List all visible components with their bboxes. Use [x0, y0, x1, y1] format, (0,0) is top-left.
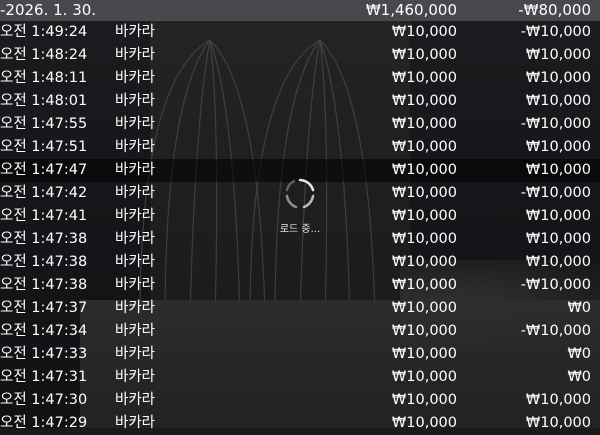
- time-cell: 오전 1:47:37: [0, 300, 88, 316]
- time-cell: 오전 1:47:51: [0, 139, 88, 155]
- game-cell: 바카라: [115, 116, 156, 132]
- result-amount-cell: ₩10,000: [525, 208, 591, 224]
- time-cell: 오전 1:48:24: [0, 47, 88, 63]
- history-row[interactable]: 오전 1:47:51 바카라 ₩10,000 ₩10,000: [0, 136, 600, 159]
- game-cell: 바카라: [115, 24, 156, 40]
- bet-amount-cell: ₩10,000: [391, 369, 457, 385]
- result-amount-cell: -₩10,000: [520, 277, 591, 293]
- history-row[interactable]: 오전 1:47:30 바카라 ₩10,000 ₩10,000: [0, 389, 600, 412]
- date-header-label: -2026. 1. 30.: [0, 1, 97, 19]
- result-amount-cell: ₩10,000: [525, 162, 591, 178]
- loading-label: 로드 중...: [279, 224, 321, 235]
- bet-amount-cell: ₩10,000: [391, 208, 457, 224]
- game-cell: 바카라: [115, 254, 156, 270]
- spinner-icon: [285, 178, 315, 209]
- result-amount-cell: -₩10,000: [520, 116, 591, 132]
- result-amount-cell: ₩0: [567, 346, 591, 362]
- game-cell: 바카라: [115, 185, 156, 201]
- bet-amount-cell: ₩10,000: [391, 254, 457, 270]
- result-amount-cell: -₩10,000: [520, 185, 591, 201]
- bet-amount-cell: ₩10,000: [391, 346, 457, 362]
- bet-amount-cell: ₩10,000: [391, 24, 457, 40]
- result-amount-cell: ₩10,000: [525, 254, 591, 270]
- time-cell: 오전 1:47:38: [0, 254, 88, 270]
- time-cell: 오전 1:49:24: [0, 24, 88, 40]
- result-amount-cell: ₩10,000: [525, 415, 591, 431]
- game-cell: 바카라: [115, 231, 156, 247]
- time-cell: 오전 1:47:29: [0, 415, 88, 431]
- total-bet-amount: ₩1,460,000: [365, 1, 457, 19]
- game-cell: 바카라: [115, 369, 156, 385]
- history-row[interactable]: 오전 1:47:38 바카라 ₩10,000 ₩10,000: [0, 251, 600, 274]
- history-row[interactable]: 오전 1:48:11 바카라 ₩10,000 ₩10,000: [0, 67, 600, 90]
- result-amount-cell: ₩10,000: [525, 139, 591, 155]
- game-cell: 바카라: [115, 47, 156, 63]
- total-result-amount: -₩80,000: [518, 1, 591, 19]
- time-cell: 오전 1:47:34: [0, 323, 88, 339]
- result-amount-cell: -₩10,000: [520, 24, 591, 40]
- bet-amount-cell: ₩10,000: [391, 277, 457, 293]
- result-amount-cell: ₩10,000: [525, 93, 591, 109]
- bet-amount-cell: ₩10,000: [391, 116, 457, 132]
- game-cell: 바카라: [115, 415, 156, 431]
- time-cell: 오전 1:47:42: [0, 185, 88, 201]
- time-cell: 오전 1:48:11: [0, 70, 88, 86]
- time-cell: 오전 1:47:30: [0, 392, 88, 408]
- time-cell: 오전 1:47:41: [0, 208, 88, 224]
- history-row[interactable]: 오전 1:47:29 바카라 ₩10,000 ₩10,000: [0, 412, 600, 435]
- game-cell: 바카라: [115, 70, 156, 86]
- history-row[interactable]: 오전 1:47:37 바카라 ₩10,000 ₩0: [0, 297, 600, 320]
- result-amount-cell: ₩0: [567, 369, 591, 385]
- bet-amount-cell: ₩10,000: [391, 392, 457, 408]
- game-cell: 바카라: [115, 208, 156, 224]
- result-amount-cell: -₩10,000: [520, 323, 591, 339]
- date-group-header[interactable]: -2026. 1. 30. ₩1,460,000 -₩80,000: [0, 0, 600, 21]
- history-row[interactable]: 오전 1:48:01 바카라 ₩10,000 ₩10,000: [0, 90, 600, 113]
- loading-indicator: 로드 중...: [270, 174, 330, 235]
- time-cell: 오전 1:47:47: [0, 162, 88, 178]
- game-cell: 바카라: [115, 300, 156, 316]
- history-row[interactable]: 오전 1:47:34 바카라 ₩10,000 -₩10,000: [0, 320, 600, 343]
- bet-amount-cell: ₩10,000: [391, 162, 457, 178]
- bet-amount-cell: ₩10,000: [391, 139, 457, 155]
- history-row[interactable]: 오전 1:47:38 바카라 ₩10,000 -₩10,000: [0, 274, 600, 297]
- bet-amount-cell: ₩10,000: [391, 323, 457, 339]
- bet-amount-cell: ₩10,000: [391, 93, 457, 109]
- time-cell: 오전 1:47:38: [0, 277, 88, 293]
- game-cell: 바카라: [115, 392, 156, 408]
- time-cell: 오전 1:47:55: [0, 116, 88, 132]
- history-row[interactable]: 오전 1:47:31 바카라 ₩10,000 ₩0: [0, 366, 600, 389]
- game-cell: 바카라: [115, 277, 156, 293]
- bet-amount-cell: ₩10,000: [391, 70, 457, 86]
- result-amount-cell: ₩10,000: [525, 47, 591, 63]
- time-cell: 오전 1:47:38: [0, 231, 88, 247]
- bet-amount-cell: ₩10,000: [391, 47, 457, 63]
- result-amount-cell: ₩10,000: [525, 231, 591, 247]
- game-cell: 바카라: [115, 323, 156, 339]
- bet-amount-cell: ₩10,000: [391, 231, 457, 247]
- history-row[interactable]: 오전 1:48:24 바카라 ₩10,000 ₩10,000: [0, 44, 600, 67]
- game-cell: 바카라: [115, 139, 156, 155]
- history-row[interactable]: 오전 1:47:55 바카라 ₩10,000 -₩10,000: [0, 113, 600, 136]
- result-amount-cell: ₩0: [567, 300, 591, 316]
- history-row[interactable]: 오전 1:47:33 바카라 ₩10,000 ₩0: [0, 343, 600, 366]
- result-amount-cell: ₩10,000: [525, 70, 591, 86]
- bet-amount-cell: ₩10,000: [391, 300, 457, 316]
- history-row[interactable]: 오전 1:49:24 바카라 ₩10,000 -₩10,000: [0, 21, 600, 44]
- game-cell: 바카라: [115, 162, 156, 178]
- time-cell: 오전 1:47:31: [0, 369, 88, 385]
- game-cell: 바카라: [115, 346, 156, 362]
- bet-amount-cell: ₩10,000: [391, 185, 457, 201]
- bet-amount-cell: ₩10,000: [391, 415, 457, 431]
- time-cell: 오전 1:48:01: [0, 93, 88, 109]
- game-cell: 바카라: [115, 93, 156, 109]
- result-amount-cell: ₩10,000: [525, 392, 591, 408]
- time-cell: 오전 1:47:33: [0, 346, 88, 362]
